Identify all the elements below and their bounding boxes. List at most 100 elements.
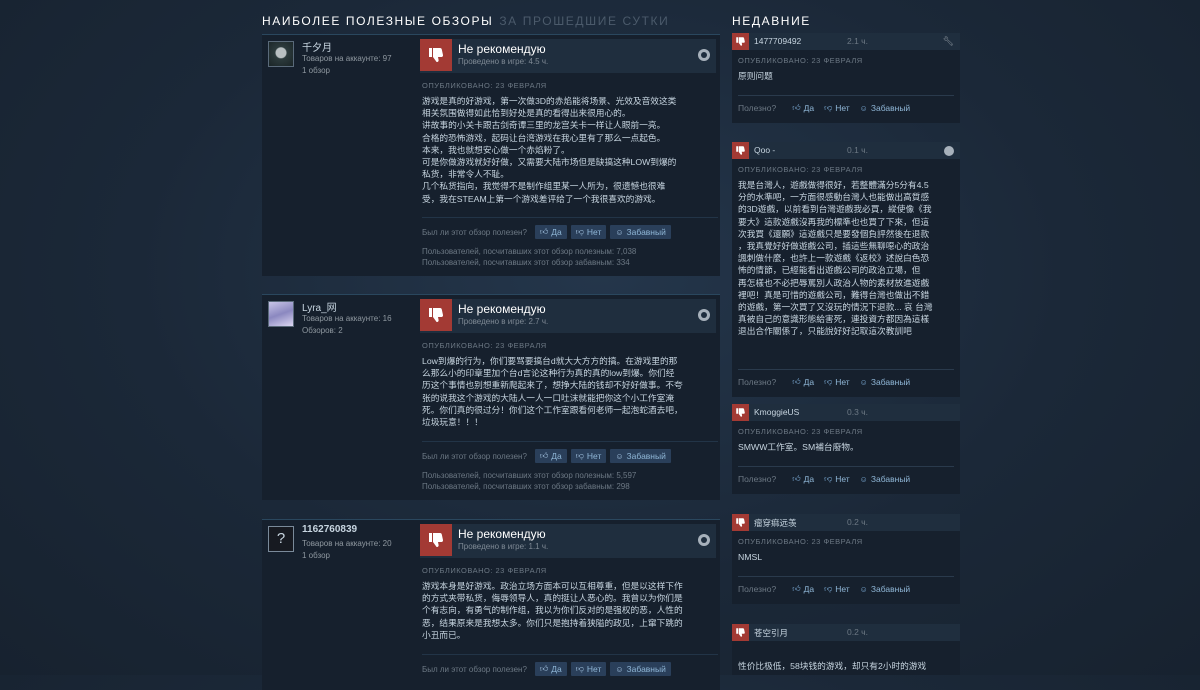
recent-review-card: KmoggieUS 0.3 ч. ОПУБЛИКОВАНО: 23 ФЕВРАЛ… (732, 404, 960, 494)
smile-icon: ☺ (859, 474, 868, 484)
review-date: ОПУБЛИКОВАНО: 23 ФЕВРАЛЯ (422, 566, 547, 575)
helpful-row: Полезно? 👍︎ Да 👎︎ Нет ☺ Забавный (738, 474, 910, 484)
review-header[interactable]: Не рекомендую Проведено в игре: 1.1 ч. (420, 524, 716, 558)
author-name[interactable]: Lyra_网 (302, 299, 337, 314)
recent-author-name[interactable]: 1477709492 (754, 36, 801, 46)
vote-no-button[interactable]: 👎︎ Нет (824, 474, 850, 484)
recent-author-name[interactable]: 瘤穿痲远羡 (754, 517, 797, 529)
author-meta: Товаров на аккаунте: 20 1 обзор (302, 538, 392, 562)
vote-funny-button[interactable]: ☺ Забавный (610, 225, 671, 239)
vote-no-button[interactable]: 👎︎ Нет (570, 449, 607, 463)
smile-icon: ☺ (615, 664, 624, 674)
funny-count: Пользователей, посчитавших этот обзор за… (422, 481, 630, 491)
vote-no-button[interactable]: 👎︎ Нет (824, 377, 850, 387)
vote-yes-button[interactable]: 👍︎ Да (534, 662, 567, 676)
review-text: Low到爆的行为，你们要骂要搞台d就大大方方的搞。在游戏里的那 么那么小的印章里… (422, 356, 683, 428)
vote-funny-button[interactable]: ☺ Забавный (860, 103, 911, 113)
author-review-count: Обзоров: 2 (302, 326, 343, 335)
helpful-row: Был ли этот обзор полезен? 👍︎ Да 👎︎ Нет ☺ З… (422, 449, 671, 463)
divider (738, 95, 954, 96)
vote-yes-button[interactable]: 👍︎ Да (534, 449, 567, 463)
heading-period-filter[interactable]: ЗА ПРОШЕДШИЕ СУТКИ (499, 14, 669, 28)
vote-funny-button[interactable]: ☺ Забавный (610, 449, 671, 463)
recent-hours: 0.2 ч. (847, 627, 868, 637)
thumbs-up-icon: 👍︎ (792, 584, 801, 593)
recent-review-card: 1477709492 2.1 ч. 🔧︎ ОПУБЛИКОВАНО: 23 ФЕ… (732, 33, 960, 123)
heading-title: НАИБОЛЕЕ ПОЛЕЗНЫЕ ОБЗОРЫ (262, 14, 494, 28)
vote-no-button[interactable]: 👎︎ Нет (824, 103, 850, 113)
helpful-question: Полезно? (738, 474, 777, 484)
steam-icon (698, 534, 710, 546)
wrench-icon: 🔧︎ (942, 36, 954, 46)
author-products: Товаров на аккаунте: 16 (302, 314, 392, 323)
recent-review-header[interactable]: KmoggieUS 0.3 ч. (732, 404, 960, 421)
thumbs-down-icon: 👎︎ (824, 584, 833, 593)
thumbs-down-icon (732, 514, 749, 531)
avatar[interactable]: ? (268, 526, 294, 552)
thumbs-up-icon: 👍︎ (792, 103, 801, 112)
vote-funny-button[interactable]: ☺ Забавный (860, 377, 911, 387)
thumbs-down-icon: 👎︎ (575, 227, 584, 236)
author-name[interactable]: 千夕月 (302, 39, 332, 54)
review-stats: Пользователей, посчитавших этот обзор по… (422, 247, 636, 269)
recent-review-card: Qoo - 0.1 ч. ОПУБЛИКОВАНО: 23 ФЕВРАЛЯ 我是… (732, 142, 960, 397)
thumbs-down-icon: 👎︎ (575, 664, 584, 673)
helpful-question: Полезно? (738, 584, 777, 594)
vote-no-button[interactable]: 👎︎ Нет (824, 584, 850, 594)
most-helpful-heading: НАИБОЛЕЕ ПОЛЕЗНЫЕ ОБЗОРЫ ЗА ПРОШЕДШИЕ СУТ… (262, 14, 720, 36)
review-text: NMSL (738, 552, 763, 562)
helpful-count: Пользователей, посчитавших этот обзор по… (422, 471, 637, 480)
recent-hours: 0.2 ч. (847, 517, 868, 527)
recent-hours: 0.3 ч. (847, 407, 868, 417)
divider (738, 576, 954, 577)
thumbs-up-icon: 👍︎ (539, 227, 549, 236)
recent-author-name[interactable]: Qoo - (754, 145, 775, 155)
recent-review-header[interactable]: 瘤穿痲远羡 0.2 ч. (732, 514, 960, 531)
avatar[interactable] (268, 301, 294, 327)
review-text: 性价比极低，58块钱的游戏，却只有2小时的游戏 (738, 661, 927, 671)
helpful-row: Полезно? 👍︎ Да 👎︎ Нет ☺ Забавный (738, 103, 910, 113)
thumbs-up-icon: 👍︎ (539, 451, 549, 460)
vote-funny-button[interactable]: ☺ Забавный (610, 662, 671, 676)
review-card: ? 1162760839 Товаров на аккаунте: 20 1 о… (262, 519, 720, 690)
vote-no-button[interactable]: 👎︎ Нет (570, 662, 607, 676)
thumbs-down-icon: 👎︎ (824, 474, 833, 483)
review-header[interactable]: Не рекомендую Проведено в игре: 4.5 ч. (420, 39, 716, 73)
helpful-question: Был ли этот обзор полезен? (422, 451, 527, 461)
vote-yes-button[interactable]: 👍︎ Да (792, 377, 814, 387)
review-text: SMWW工作室。SM補台廢物。 (738, 442, 859, 452)
helpful-row: Полезно? 👍︎ Да 👎︎ Нет ☺ Забавный (738, 584, 910, 594)
review-verdict: Не рекомендую (458, 527, 546, 541)
vote-yes-button[interactable]: 👍︎ Да (792, 474, 814, 484)
helpful-question: Был ли этот обзор полезен? (422, 664, 527, 674)
recent-hours: 0.1 ч. (847, 145, 868, 155)
recent-author-name[interactable]: KmoggieUS (754, 407, 799, 417)
vote-funny-button[interactable]: ☺ Забавный (860, 584, 911, 594)
vote-funny-button[interactable]: ☺ Забавный (860, 474, 911, 484)
most-helpful-column: НАИБОЛЕЕ ПОЛЕЗНЫЕ ОБЗОРЫ ЗА ПРОШЕДШИЕ СУТ… (262, 14, 720, 690)
author-name[interactable]: 1162760839 (302, 524, 357, 535)
review-stats: Пользователей, посчитавших этот обзор по… (422, 471, 636, 493)
smile-icon: ☺ (859, 377, 868, 387)
recent-author-name[interactable]: 苍空引月 (754, 627, 788, 639)
thumbs-down-icon: 👎︎ (824, 103, 833, 112)
recent-review-header[interactable]: Qoo - 0.1 ч. (732, 142, 960, 159)
thumbs-down-icon (732, 624, 749, 641)
steam-icon (698, 309, 710, 321)
recent-review-header[interactable]: 1477709492 2.1 ч. 🔧︎ (732, 33, 960, 50)
review-header[interactable]: Не рекомендую Проведено в игре: 2.7 ч. (420, 299, 716, 333)
author-review-count: 1 обзор (302, 66, 331, 75)
vote-yes-button[interactable]: 👍︎ Да (534, 225, 567, 239)
vote-no-button[interactable]: 👎︎ Нет (570, 225, 607, 239)
hours-played: Проведено в игре: 4.5 ч. (458, 57, 549, 66)
helpful-row: Был ли этот обзор полезен? 👍︎ Да 👎︎ Нет ☺ З… (422, 225, 671, 239)
divider (422, 441, 718, 442)
review-card: 千夕月 Товаров на аккаунте: 97 1 обзор Не р… (262, 34, 720, 276)
vote-yes-button[interactable]: 👍︎ Да (792, 584, 814, 594)
recent-review-card: 苍空引月 0.2 ч. 性价比极低，58块钱的游戏，却只有2小时的游戏 (732, 624, 960, 675)
recent-review-header[interactable]: 苍空引月 0.2 ч. (732, 624, 960, 641)
author-review-count: 1 обзор (302, 551, 331, 560)
vote-yes-button[interactable]: 👍︎ Да (792, 103, 814, 113)
avatar[interactable] (268, 41, 294, 67)
smile-icon: ☺ (859, 103, 868, 113)
